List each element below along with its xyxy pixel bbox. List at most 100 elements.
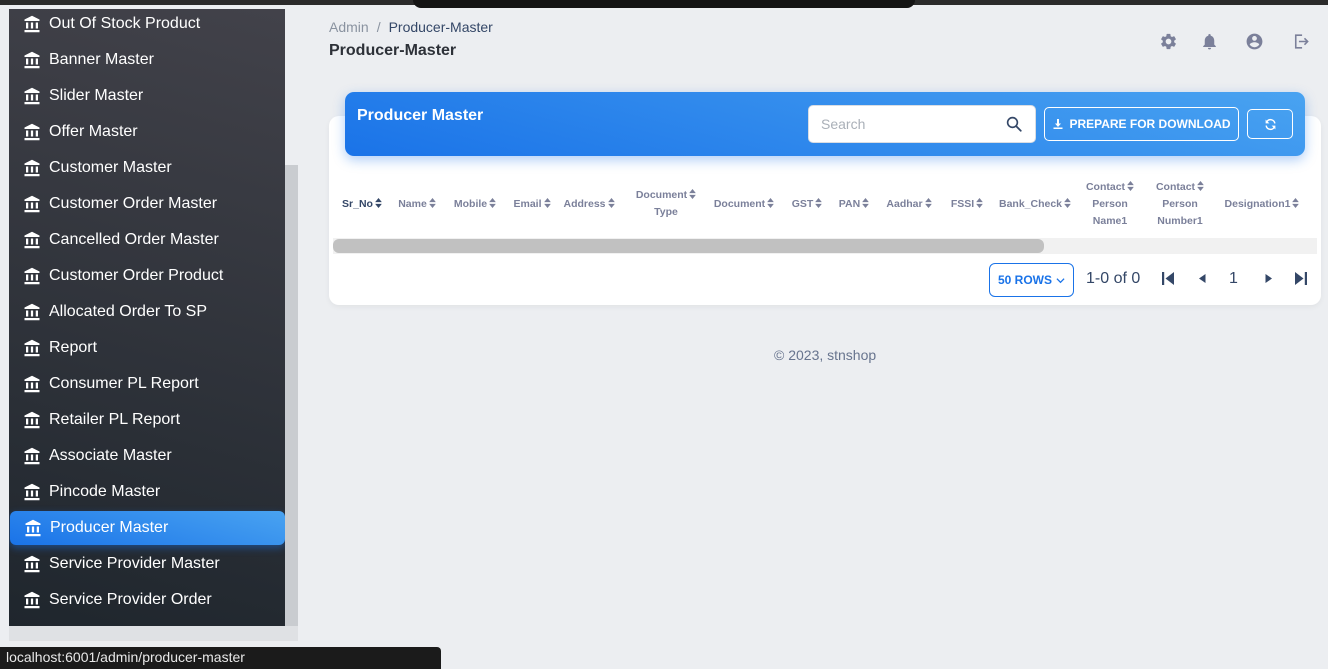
card-title: Producer Master	[357, 107, 484, 124]
sidebar-item-label: Slider Master	[49, 87, 144, 104]
bank-icon	[24, 303, 40, 321]
breadcrumb: Admin / Producer-Master	[329, 19, 493, 35]
sidebar-item-out-of-stock-product[interactable]: Out Of Stock Product	[9, 9, 285, 41]
column-header-text: Name1	[1092, 214, 1128, 227]
sidebar-item-label: Producer Master	[50, 519, 169, 536]
breadcrumb-current: Producer-Master	[388, 19, 493, 35]
previous-page-icon[interactable]	[1196, 271, 1209, 286]
status-bar-url: localhost:6001/admin/producer-master	[0, 647, 441, 669]
sidebar-item-banner-master[interactable]: Banner Master	[9, 43, 285, 77]
column-header-text: Person	[1162, 197, 1198, 210]
sidebar-item-customer-order-product[interactable]: Customer Order Product	[9, 259, 285, 293]
chevron-down-icon	[1056, 277, 1065, 283]
column-header-text: PAN	[838, 197, 861, 210]
sort-icon[interactable]	[976, 197, 984, 208]
column-header-text: Designation1	[1224, 197, 1291, 210]
sidebar-item-cancelled-order-master[interactable]: Cancelled Order Master	[9, 223, 285, 257]
column-header-text: Document	[635, 189, 688, 201]
bank-icon	[24, 339, 40, 357]
breadcrumb-separator: /	[376, 19, 381, 35]
sidebar-item-label: Service Provider Order	[49, 591, 212, 608]
sidebar-item-label: Service Provider Master	[49, 555, 220, 572]
download-icon	[1053, 119, 1063, 129]
sidebar-item-label: Offer Master	[49, 123, 138, 140]
column-header-text: Email	[513, 197, 542, 210]
bank-icon	[24, 123, 40, 141]
column-header-text: Number1	[1157, 214, 1203, 227]
user-circle-icon[interactable]	[1245, 32, 1264, 51]
next-page-icon[interactable]	[1262, 271, 1275, 286]
page-title: Producer-Master	[329, 42, 457, 59]
sidebar-item-service-provider-master[interactable]: Service Provider Master	[9, 547, 285, 581]
card-header: Producer Master PREPARE FOR DOWNLOAD	[345, 92, 1305, 156]
sort-icon[interactable]	[1197, 180, 1204, 191]
column-header-text: Contact	[1085, 180, 1126, 193]
sidebar-item-consumer-pl-report[interactable]: Consumer PL Report	[9, 367, 285, 401]
column-header-text: Address	[563, 197, 606, 210]
bank-icon	[24, 483, 40, 501]
logout-icon[interactable]	[1291, 32, 1310, 51]
column-header-text: Type	[654, 206, 678, 218]
bank-icon	[24, 87, 40, 105]
refresh-button[interactable]	[1247, 109, 1293, 139]
column-header-designation1[interactable]: Designation1	[1212, 196, 1312, 213]
sidebar-item-associate-master[interactable]: Associate Master	[9, 439, 285, 473]
bank-icon	[24, 375, 40, 393]
bank-icon	[24, 591, 40, 609]
bank-icon	[24, 195, 40, 213]
sidebar-item-producer-master[interactable]: Producer Master	[10, 511, 285, 545]
sort-icon[interactable]	[607, 197, 615, 208]
scrollbar-thumb[interactable]	[333, 239, 1044, 253]
bank-icon	[24, 447, 40, 465]
column-header-text: Person	[1092, 197, 1128, 210]
sidebar-item-label: Retailer PL Report	[49, 411, 181, 428]
sidebar-item-allocated-order-to-sp[interactable]: Allocated Order To SP	[9, 295, 285, 329]
column-header-text: Name	[398, 197, 427, 210]
bank-icon	[24, 231, 40, 249]
bank-icon	[24, 555, 40, 573]
bell-icon[interactable]	[1200, 32, 1219, 51]
bank-icon	[24, 267, 40, 285]
sort-icon[interactable]	[1292, 197, 1300, 208]
page-range-text: 1-0 of 0	[1086, 270, 1141, 287]
breadcrumb-root-link[interactable]: Admin	[329, 19, 369, 35]
sidebar: Out Of Stock Product Banner Master Slider …	[9, 9, 285, 626]
column-header-text: Contact	[1155, 180, 1196, 193]
sidebar-item-pincode-master[interactable]: Pincode Master	[9, 475, 285, 509]
sidebar-item-label: Customer Order Product	[49, 267, 224, 284]
first-page-icon[interactable]	[1162, 271, 1175, 286]
column-header-text: FSSI	[950, 197, 975, 210]
search-input[interactable]	[809, 106, 999, 142]
sidebar-scrollbar[interactable]	[285, 165, 298, 641]
sidebar-item-service-provider-order[interactable]: Service Provider Order	[9, 583, 285, 617]
bank-icon	[25, 519, 41, 537]
bank-icon	[24, 411, 40, 429]
sidebar-item-label: Customer Master	[49, 159, 172, 176]
search-icon[interactable]	[1005, 115, 1023, 133]
sidebar-bottom-strip	[9, 626, 298, 641]
prepare-download-label: PREPARE FOR DOWNLOAD	[1069, 117, 1231, 131]
search-box	[808, 105, 1036, 143]
sidebar-item-label: Report	[49, 339, 98, 356]
sidebar-item-report[interactable]: Report	[9, 331, 285, 365]
sidebar-item-label: Pincode Master	[49, 483, 161, 500]
sidebar-item-label: Customer Order Master	[49, 195, 218, 212]
sidebar-item-customer-master[interactable]: Customer Master	[9, 151, 285, 185]
prepare-download-button[interactable]: PREPARE FOR DOWNLOAD	[1044, 107, 1239, 141]
bank-icon	[24, 159, 40, 177]
bank-icon	[24, 51, 40, 69]
gear-icon[interactable]	[1159, 32, 1178, 51]
last-page-icon[interactable]	[1294, 271, 1307, 286]
sidebar-item-slider-master[interactable]: Slider Master	[9, 79, 285, 113]
sidebar-item-customer-order-master[interactable]: Customer Order Master	[9, 187, 285, 221]
sidebar-item-label: Associate Master	[49, 447, 172, 464]
refresh-icon	[1264, 118, 1276, 130]
sidebar-item-label: Cancelled Order Master	[49, 231, 219, 248]
column-header-text: Bank_Check	[998, 197, 1063, 210]
sidebar-item-label: Consumer PL Report	[49, 375, 199, 392]
sidebar-item-retailer-pl-report[interactable]: Retailer PL Report	[9, 403, 285, 437]
rows-per-page-select[interactable]: 50 ROWS	[989, 263, 1074, 297]
rows-per-page-label: 50 ROWS	[997, 273, 1052, 287]
sidebar-item-offer-master[interactable]: Offer Master	[9, 115, 285, 149]
sidebar-item-label: Allocated Order To SP	[49, 303, 208, 320]
